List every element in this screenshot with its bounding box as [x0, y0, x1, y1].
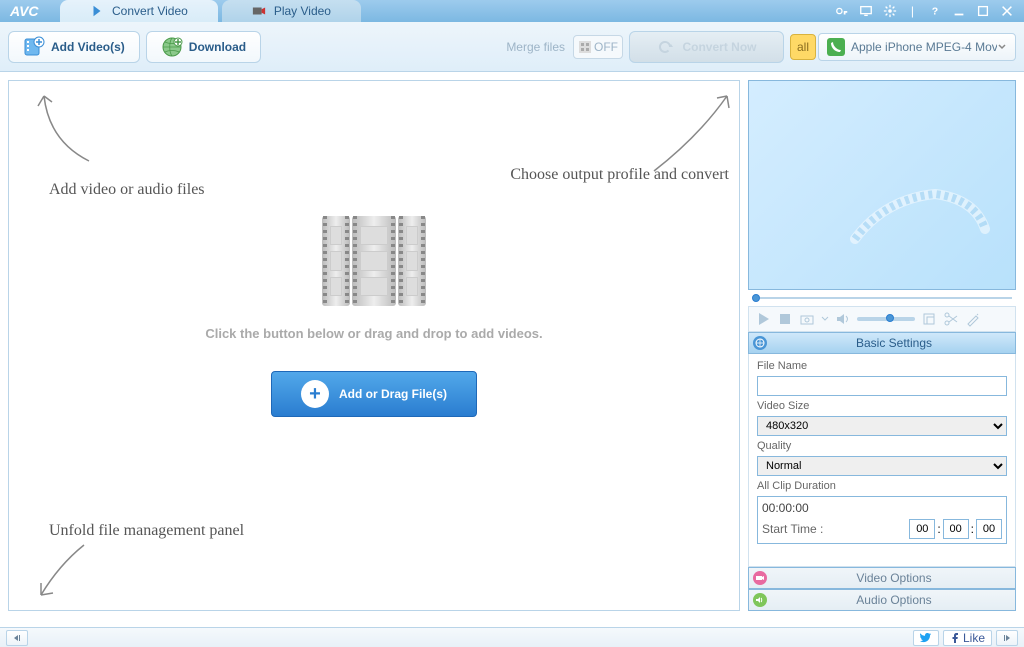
- section-title: Video Options: [773, 571, 1015, 585]
- side-panel: Basic Settings File Name Video Size 480x…: [748, 80, 1016, 611]
- button-label: Download: [189, 40, 246, 54]
- stop-icon[interactable]: [777, 311, 793, 327]
- expand-right-button[interactable]: [996, 630, 1018, 646]
- start-hours-input[interactable]: [909, 519, 935, 539]
- start-seconds-input[interactable]: [976, 519, 1002, 539]
- output-profile-bar: all Apple iPhone MPEG-4 Movie (...: [790, 31, 1016, 63]
- annotation-arrow-icon: [29, 86, 99, 166]
- videosize-select[interactable]: 480x320: [757, 416, 1007, 436]
- play-icon[interactable]: [755, 311, 771, 327]
- dropzone-hint: Click the button below or drag and drop …: [205, 326, 542, 341]
- start-time-label: Start Time :: [762, 522, 823, 536]
- effects-icon[interactable]: [965, 311, 981, 327]
- filename-input[interactable]: [757, 376, 1007, 396]
- clip-duration-label: All Clip Duration: [757, 480, 1007, 492]
- quality-select[interactable]: Normal: [757, 456, 1007, 476]
- merge-files-block: Merge files OFF: [506, 35, 623, 59]
- section-title: Basic Settings: [773, 336, 1015, 350]
- toolbar: Add Video(s) Download Merge files OFF Co…: [0, 22, 1024, 72]
- tab-label: Play Video: [274, 4, 331, 18]
- merge-state: OFF: [594, 40, 618, 54]
- clip-duration-box: 00:00:00 Start Time : : :: [757, 496, 1007, 544]
- facebook-like-button[interactable]: Like: [943, 630, 992, 646]
- volume-icon[interactable]: [835, 311, 851, 327]
- button-label: Add or Drag File(s): [339, 387, 447, 401]
- annotation-arrow-icon: [649, 86, 749, 176]
- film-reel-icon: [845, 169, 995, 269]
- annotation-profile: Choose output profile and convert: [510, 166, 729, 184]
- refresh-icon: [656, 38, 674, 56]
- help-icon[interactable]: ?: [928, 4, 942, 18]
- annotation-arrow-icon: [29, 540, 99, 610]
- profile-selected-label: Apple iPhone MPEG-4 Movie (...: [851, 40, 997, 54]
- filename-label: File Name: [757, 360, 1007, 372]
- film-add-icon: [23, 36, 45, 58]
- annotation-add-files: Add video or audio files: [49, 181, 205, 199]
- crop-icon[interactable]: [921, 311, 937, 327]
- video-badge-icon: [753, 571, 767, 585]
- snapshot-icon[interactable]: [799, 311, 815, 327]
- button-label: Convert Now: [682, 40, 756, 54]
- close-icon[interactable]: [1000, 4, 1014, 18]
- preview-seek-slider[interactable]: [748, 290, 1016, 306]
- video-options-header[interactable]: Video Options: [748, 567, 1016, 589]
- phone-icon: [827, 38, 845, 56]
- like-label: Like: [963, 631, 985, 645]
- chevron-down-icon: [997, 42, 1007, 52]
- convert-now-button[interactable]: Convert Now: [629, 31, 784, 63]
- tab-play-video[interactable]: Play Video: [222, 0, 361, 22]
- merge-toggle[interactable]: OFF: [573, 35, 623, 59]
- expand-left-button[interactable]: [6, 630, 28, 646]
- statusbar: Like: [0, 627, 1024, 647]
- button-label: Add Video(s): [51, 40, 125, 54]
- preview-pane: [748, 80, 1016, 290]
- annotation-unfold: Unfold file management panel: [49, 522, 244, 540]
- add-drag-files-button[interactable]: + Add or Drag File(s): [271, 371, 477, 417]
- window-controls: | ?: [835, 4, 1024, 18]
- videosize-label: Video Size: [757, 400, 1007, 412]
- app-logo: AVC: [0, 3, 60, 19]
- maximize-icon[interactable]: [976, 4, 990, 18]
- basic-settings-body: File Name Video Size 480x320 Quality Nor…: [748, 354, 1016, 567]
- preview-controls: [748, 306, 1016, 332]
- profile-category-all[interactable]: all: [790, 34, 816, 60]
- drop-zone[interactable]: Add video or audio files Choose output p…: [8, 80, 740, 611]
- chevron-down-icon[interactable]: [821, 311, 829, 327]
- film-strip-icon: [322, 216, 426, 306]
- start-minutes-input[interactable]: [943, 519, 969, 539]
- merge-label: Merge files: [506, 40, 565, 54]
- main-area: Add video or audio files Choose output p…: [0, 72, 1024, 619]
- section-title: Audio Options: [773, 593, 1015, 607]
- quality-label: Quality: [757, 440, 1007, 452]
- profile-dropdown[interactable]: Apple iPhone MPEG-4 Movie (...: [818, 33, 1016, 61]
- download-button[interactable]: Download: [146, 31, 261, 63]
- scissors-icon[interactable]: [943, 311, 959, 327]
- add-video-button[interactable]: Add Video(s): [8, 31, 140, 63]
- camera-icon: [252, 4, 266, 18]
- screen-icon[interactable]: [859, 4, 873, 18]
- minimize-icon[interactable]: [952, 4, 966, 18]
- clip-duration-value: 00:00:00: [762, 501, 1002, 515]
- twitter-button[interactable]: [913, 630, 939, 646]
- svg-text:?: ?: [932, 6, 938, 18]
- tab-label: Convert Video: [112, 4, 188, 18]
- audio-badge-icon: [753, 593, 767, 607]
- basic-settings-header[interactable]: Basic Settings: [748, 332, 1016, 354]
- titlebar: AVC Convert Video Play Video | ?: [0, 0, 1024, 22]
- globe-download-icon: [161, 36, 183, 58]
- globe-badge-icon: [753, 336, 767, 350]
- plus-icon: +: [301, 380, 329, 408]
- audio-options-header[interactable]: Audio Options: [748, 589, 1016, 611]
- convert-icon: [90, 4, 104, 18]
- gear-icon[interactable]: [883, 4, 897, 18]
- key-icon[interactable]: [835, 4, 849, 18]
- volume-slider[interactable]: [857, 317, 915, 321]
- tab-convert-video[interactable]: Convert Video: [60, 0, 218, 22]
